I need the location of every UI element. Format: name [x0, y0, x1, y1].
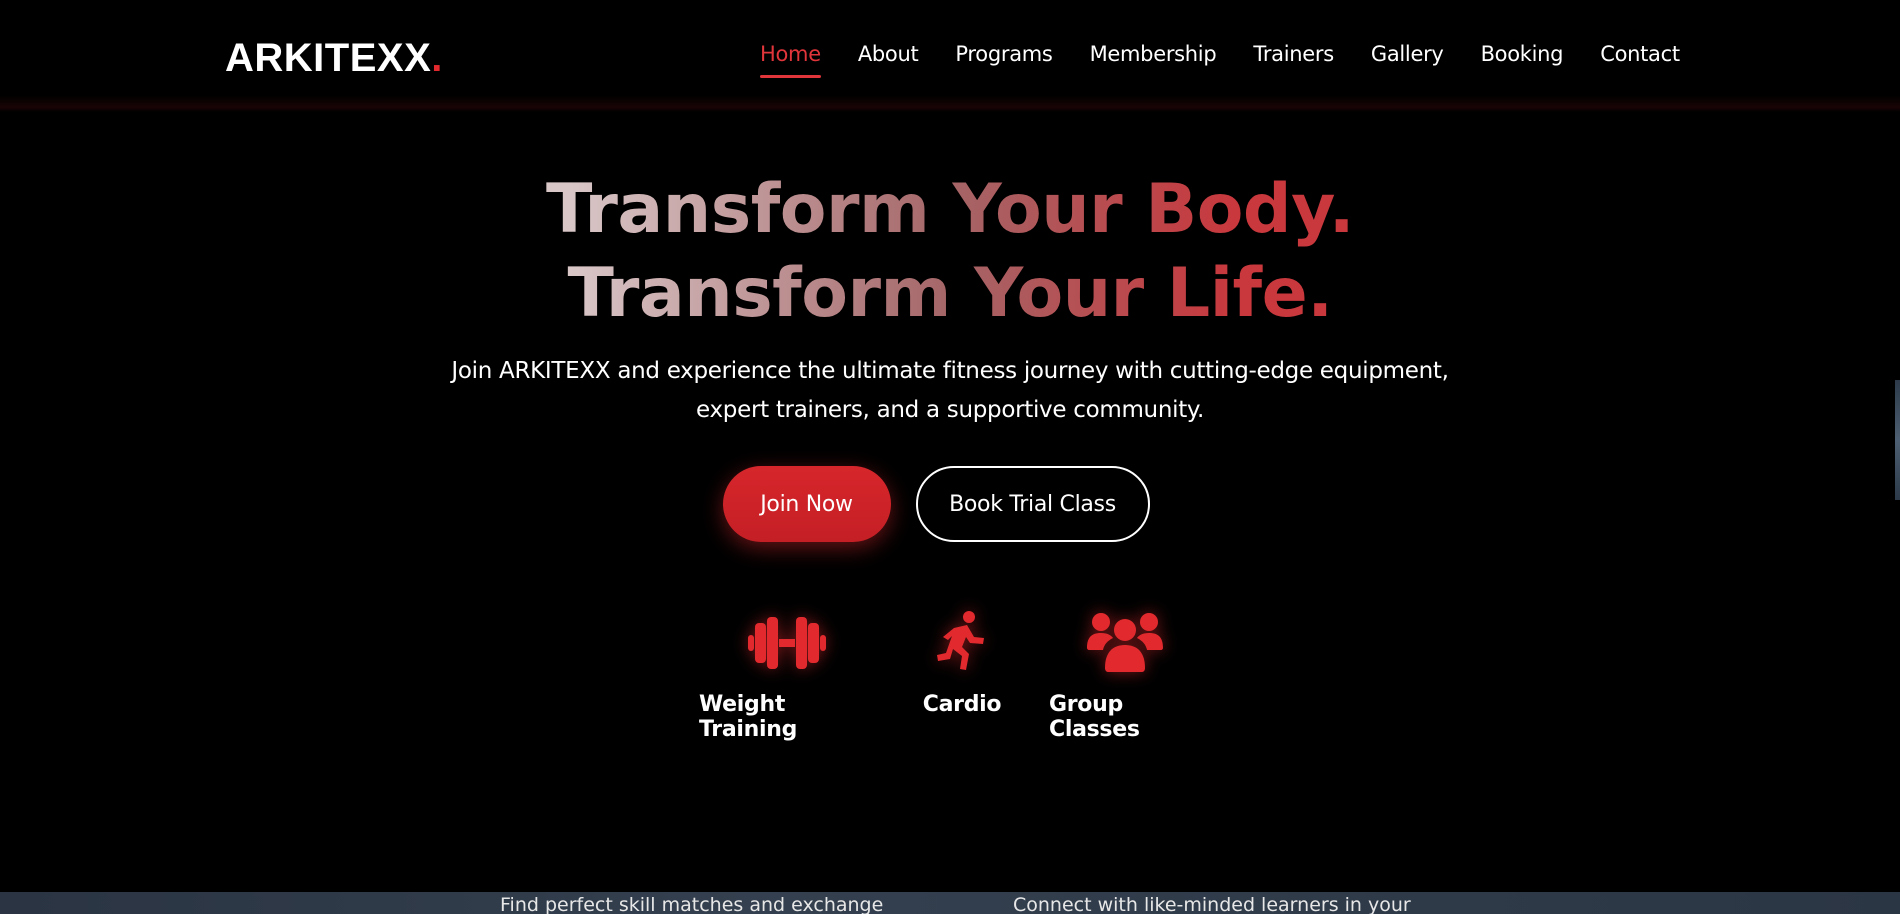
nav-booking[interactable]: Booking — [1481, 34, 1564, 78]
subtitle-line-2: expert trainers, and a supportive commun… — [696, 397, 1204, 423]
feature-list: Weight Training Cardio Group Classes — [0, 600, 1900, 742]
main-nav: Home About Programs Membership Trainers … — [760, 34, 1680, 78]
hero-section: Transform Your Body. Transform Your Life… — [0, 112, 1900, 892]
nav-contact[interactable]: Contact — [1600, 34, 1680, 78]
feature-weight-training: Weight Training — [699, 600, 875, 742]
nav-home[interactable]: Home — [760, 34, 821, 78]
join-now-button[interactable]: Join Now — [722, 466, 891, 542]
feature-label: Cardio — [922, 692, 1002, 717]
site-header: ARKITEXX. Home About Programs Membership… — [0, 0, 1900, 112]
page-scrollbar[interactable] — [1895, 380, 1900, 500]
users-icon — [1087, 600, 1163, 672]
nav-trainers[interactable]: Trainers — [1253, 34, 1334, 78]
feature-label: Weight Training — [699, 692, 798, 742]
running-icon — [936, 600, 988, 672]
subtitle-line-1: Join ARKITEXX and experience the ultimat… — [451, 358, 1449, 384]
hero-buttons: Join Now Book Trial Class — [0, 466, 1900, 542]
book-trial-class-button[interactable]: Book Trial Class — [915, 466, 1150, 542]
headline-line-2: Transform Your Life. — [567, 254, 1333, 333]
hero-subtitle: Join ARKITEXX and experience the ultimat… — [0, 352, 1900, 430]
nav-about[interactable]: About — [858, 34, 919, 78]
dumbbell-icon — [748, 600, 826, 672]
logo-text: ARKITEXX — [225, 36, 432, 80]
logo[interactable]: ARKITEXX. — [225, 33, 443, 83]
headline-line-1: Transform Your Body. — [545, 170, 1355, 249]
nav-membership[interactable]: Membership — [1090, 34, 1217, 78]
next-section-peek: Find perfect skill matches and exchange … — [0, 892, 1900, 914]
feature-group-classes: Group Classes — [1049, 600, 1201, 742]
feature-label: Group Classes — [1049, 692, 1140, 742]
next-section-left-text: Find perfect skill matches and exchange — [500, 894, 884, 914]
nav-gallery[interactable]: Gallery — [1371, 34, 1444, 78]
hero-headline: Transform Your Body. Transform Your Life… — [0, 168, 1900, 336]
feature-cardio: Cardio — [922, 600, 1002, 742]
next-section-right-text: Connect with like-minded learners in you… — [1013, 894, 1411, 914]
logo-dot: . — [431, 36, 443, 80]
page: ARKITEXX. Home About Programs Membership… — [0, 0, 1900, 914]
nav-programs[interactable]: Programs — [955, 34, 1052, 78]
